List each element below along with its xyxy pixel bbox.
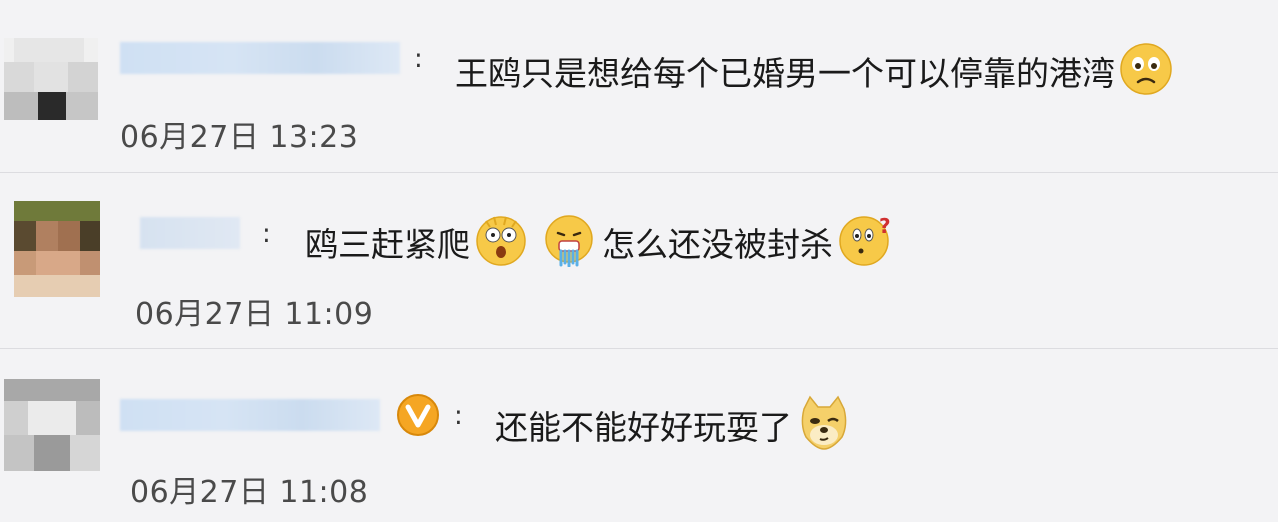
colon-separator: : bbox=[414, 44, 423, 74]
comment-timestamp: 06月27日 11:09 bbox=[135, 297, 374, 332]
sad-emoji-icon bbox=[1119, 42, 1173, 105]
comment-timestamp: 06月27日 13:23 bbox=[120, 120, 359, 155]
verified-v-icon bbox=[396, 393, 440, 441]
comment-text-body: 王鸥只是想给每个已婚男一个可以停靠的港湾 bbox=[455, 53, 1115, 93]
colon-separator: : bbox=[454, 401, 463, 431]
comment-item: : 还能不能好好玩耍了 06月27日 11:08 bbox=[0, 349, 1278, 522]
confused-emoji-icon: ? bbox=[837, 213, 895, 276]
avatar[interactable] bbox=[14, 201, 100, 297]
comment-item: : 王鸥只是想给每个已婚男一个可以停靠的港湾 06月27日 13:23 bbox=[0, 0, 1278, 172]
comment-text-part-2: 怎么还没被封杀 bbox=[602, 224, 833, 264]
doge-emoji-icon bbox=[796, 395, 852, 460]
username-blurred[interactable] bbox=[120, 42, 400, 74]
username-blurred[interactable] bbox=[120, 399, 380, 431]
shocked-emoji-icon bbox=[474, 213, 528, 276]
avatar[interactable] bbox=[4, 38, 98, 120]
colon-separator: : bbox=[262, 219, 271, 249]
comment-text: 王鸥只是想给每个已婚男一个可以停靠的港湾 bbox=[455, 42, 1173, 105]
comment-text-body: 还能不能好好玩耍了 bbox=[495, 407, 792, 447]
username-blurred[interactable] bbox=[140, 217, 240, 249]
comment-item: : 鸥三赶紧爬 怎么还没被封杀 ? 06月27日 11:09 bbox=[0, 173, 1278, 348]
avatar[interactable] bbox=[4, 379, 100, 471]
comment-text: 鸥三赶紧爬 怎么还没被封杀 ? bbox=[305, 213, 895, 276]
vomit-emoji-icon bbox=[542, 213, 596, 276]
svg-text:?: ? bbox=[879, 214, 891, 238]
comment-timestamp: 06月27日 11:08 bbox=[130, 475, 369, 510]
comment-text: 还能不能好好玩耍了 bbox=[495, 395, 852, 460]
comment-text-part-1: 鸥三赶紧爬 bbox=[305, 224, 470, 264]
